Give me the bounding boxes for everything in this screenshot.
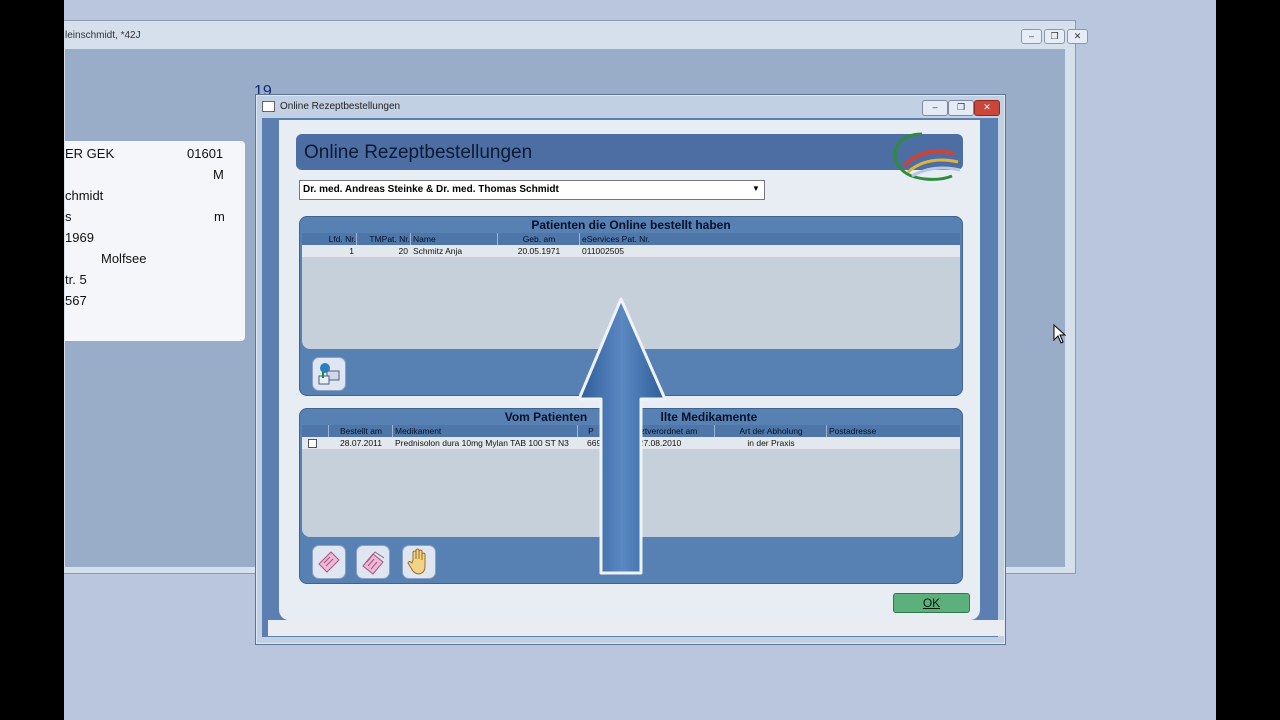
dialog-title: Online Rezeptbestellungen — [280, 101, 401, 112]
patient-card: ER GEK 01601 M chmidt s m 1969 Molfsee t… — [65, 141, 245, 341]
patients-section-header: Patienten die Online bestellt haben — [531, 218, 731, 232]
card-gender-lower: m — [214, 209, 225, 224]
card-phone: 567 — [65, 293, 87, 308]
dialog-close-button[interactable]: ✕ — [974, 100, 1000, 116]
doctor-select[interactable]: Dr. med. Andreas Steinke & Dr. med. Thom… — [299, 180, 765, 200]
prescription-card-icon — [318, 551, 340, 573]
header-bar: Online Rezeptbestellungen — [296, 132, 963, 181]
col-postadresse[interactable]: Postadresse — [829, 425, 876, 437]
cell-bestellt-am: 28.07.2011 — [340, 438, 382, 448]
cell-abholung: in der Praxis — [747, 438, 795, 448]
col-tmpat-nr[interactable]: TMPat. Nr. — [358, 233, 411, 245]
dialog-heading: Online Rezeptbestellungen — [304, 142, 533, 163]
cell-eservices: 011002505 — [582, 246, 624, 256]
medications-header-right: llte Medikamente — [660, 410, 758, 424]
card-street: tr. 5 — [65, 272, 87, 287]
ok-button[interactable]: OK — [893, 593, 970, 613]
cell-geb-am: 20.05.1971 — [517, 246, 561, 256]
card-birth-year: 1969 — [65, 230, 94, 245]
card-insurance: ER GEK — [65, 146, 115, 161]
prescribe-button[interactable] — [312, 545, 346, 579]
prescription-stack-icon — [362, 551, 385, 575]
col-name[interactable]: Name — [413, 233, 498, 245]
col-geb-am[interactable]: Geb. am — [499, 233, 580, 245]
brand-logo-icon — [893, 132, 961, 181]
medications-header-left: Vom Patienten — [504, 410, 588, 424]
patients-grid-header: Lfd. Nr. TMPat. Nr. Name Geb. am eServic… — [302, 233, 960, 245]
card-firstname: s — [65, 209, 72, 224]
hand-stop-icon — [407, 548, 426, 575]
prescribe-all-button[interactable] — [356, 545, 390, 579]
restore-button[interactable]: ❐ — [1044, 29, 1065, 44]
close-button[interactable]: ✕ — [1067, 29, 1088, 44]
minimize-button[interactable]: – — [1021, 29, 1042, 44]
card-insurance-no: 01601 — [187, 146, 224, 161]
cell-tmpat-nr: 20 — [398, 246, 408, 256]
doctor-select-value: Dr. med. Andreas Steinke & Dr. med. Thom… — [303, 184, 559, 195]
big-up-arrow — [579, 297, 667, 575]
dialog-minimize-button[interactable]: – — [922, 100, 948, 116]
patient-window-titlebar: leinschmidt, *42J – ❐ ✕ — [64, 21, 1088, 49]
col-checkbox — [302, 425, 329, 437]
dropdown-arrow-icon[interactable]: ▼ — [750, 182, 762, 196]
col-eservices[interactable]: eServices Pat. Nr. — [582, 233, 650, 245]
col-abholung[interactable]: Art der Abholung — [716, 425, 827, 437]
import-patient-button[interactable] — [312, 357, 346, 391]
patient-window-title: leinschmidt, *42J — [65, 30, 141, 41]
status-bar — [268, 620, 1004, 636]
patient-import-icon — [318, 363, 340, 385]
cell-medikament: Prednisolon dura 10mg Mylan TAB 100 ST N… — [395, 438, 569, 448]
desktop: leinschmidt, *42J – ❐ ✕ 19 ER GEK 01601 … — [64, 0, 1216, 720]
row-checkbox[interactable] — [308, 439, 317, 448]
card-gender: M — [213, 167, 224, 182]
reject-button[interactable] — [402, 545, 436, 579]
mouse-cursor-icon — [1053, 324, 1067, 344]
dialog-maximize-button[interactable]: ❐ — [948, 100, 974, 116]
window-icon — [262, 101, 275, 112]
table-row[interactable]: 1 20 Schmitz Anja 20.05.1971 011002505 — [302, 245, 960, 257]
card-city: Molfsee — [101, 251, 147, 266]
col-medikament[interactable]: Medikament — [395, 425, 578, 437]
col-lfd-nr[interactable]: Lfd. Nr. — [302, 233, 357, 245]
col-bestellt-am[interactable]: Bestellt am — [330, 425, 393, 437]
card-lastname: chmidt — [65, 188, 104, 203]
cell-lfd-nr: 1 — [349, 246, 354, 256]
cell-name: Schmitz Anja — [413, 246, 463, 256]
